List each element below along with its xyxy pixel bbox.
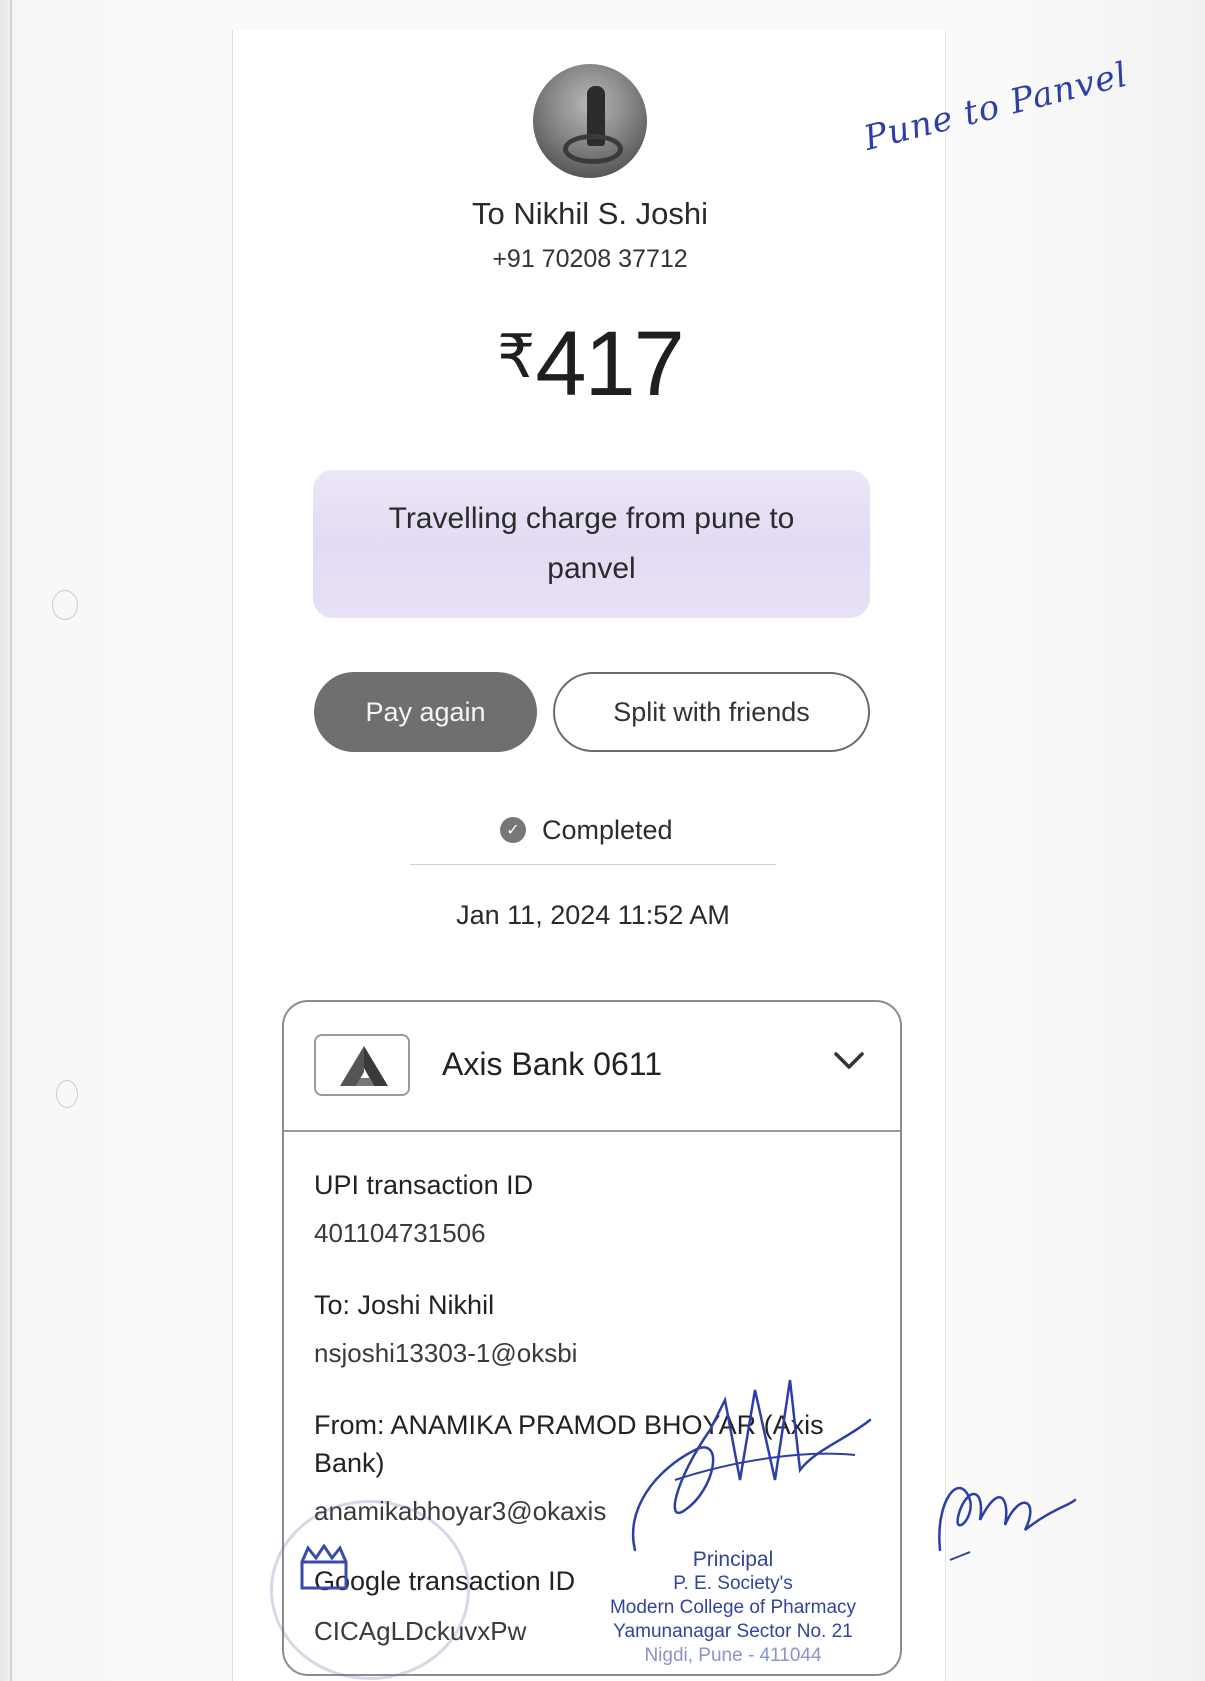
axis-logo-mark: [340, 1046, 388, 1086]
principal-stamp: Principal P. E. Society's Modern College…: [588, 1548, 878, 1668]
payment-amount: ₹417: [440, 318, 740, 410]
axis-bank-logo: [314, 1034, 410, 1096]
to-account-label: To: Joshi Nikhil: [314, 1290, 495, 1320]
stamp-title: Principal: [692, 1548, 774, 1571]
stamp-line-4: Nigdi, Pune - 411044: [644, 1645, 822, 1666]
to-upi-id: nsjoshi13303-1@oksbi: [314, 1338, 578, 1368]
divider: [410, 864, 776, 865]
from-account-label-line2: Bank): [314, 1448, 385, 1478]
bank-account-row[interactable]: Axis Bank 0611: [284, 1002, 900, 1132]
principal-signature: [631, 1379, 872, 1552]
avatar-bike: [563, 134, 623, 164]
handwritten-initials: [938, 1486, 1077, 1561]
recipient-phone: +91 70208 37712: [492, 245, 688, 273]
recipient-avatar: [533, 64, 647, 178]
stamp-line-1: P. E. Society's: [673, 1573, 793, 1594]
check-circle-icon: ✓: [500, 817, 526, 843]
scan-edge: [10, 0, 12, 1681]
amount-value: 417: [535, 313, 684, 415]
upi-transaction-id-value: 401104731506: [314, 1218, 486, 1248]
seal-crown-icon: [300, 1544, 348, 1590]
pay-again-button[interactable]: Pay again: [314, 672, 537, 752]
chevron-down-icon[interactable]: [832, 1050, 866, 1072]
status-row: ✓ Completed: [500, 812, 673, 848]
recipient-name: To Nikhil S. Joshi: [471, 196, 709, 231]
payment-note: Travelling charge from pune to panvel: [313, 470, 870, 618]
scan-hole-mark: [52, 590, 78, 620]
currency-symbol: ₹: [497, 323, 535, 390]
stamp-line-3: Yamunanagar Sector No. 21: [613, 1621, 853, 1642]
stamp-line-2: Modern College of Pharmacy: [609, 1597, 857, 1618]
payment-note-text: Travelling charge from pune to panvel: [388, 502, 795, 585]
status-label: Completed: [542, 814, 673, 845]
split-with-friends-button[interactable]: Split with friends: [553, 672, 870, 752]
college-seal: [270, 1500, 470, 1680]
transaction-datetime: Jan 11, 2024 11:52 AM: [456, 900, 730, 930]
upi-transaction-id-label: UPI transaction ID: [314, 1170, 534, 1200]
bank-account-name: Axis Bank 0611: [442, 1046, 662, 1082]
scan-hole-mark: [56, 1080, 78, 1108]
